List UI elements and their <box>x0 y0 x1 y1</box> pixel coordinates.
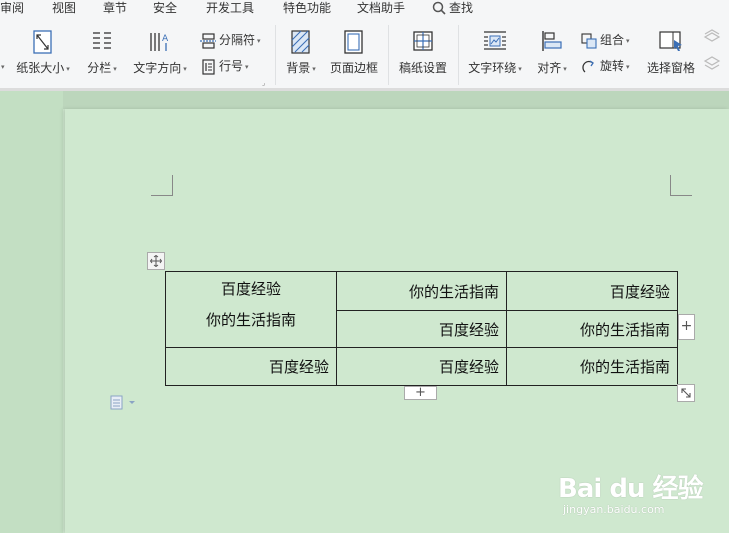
bring-forward-icon[interactable] <box>703 29 723 48</box>
baidu-watermark: Bai du 经验 jingyan.baidu.com <box>558 458 708 528</box>
table-row: 百度经验 百度经验 你的生活指南 <box>165 347 678 386</box>
manuscript-setup-label: 稿纸设置 <box>398 61 447 75</box>
line-number-label: 行号 <box>219 59 244 73</box>
table-resize-handle[interactable] <box>677 384 695 402</box>
search-label[interactable]: 查找 <box>449 0 473 16</box>
tab-special-features[interactable]: 特色功能 <box>283 0 331 16</box>
margin-corner-top-right <box>670 175 692 196</box>
table-cell[interactable]: 百度经验 <box>336 347 507 386</box>
paper-size-button[interactable]: 纸张大小 ▾ <box>15 17 71 85</box>
menu-bar: 审阅 视图 章节 安全 开发工具 特色功能 文档助手 查找 <box>0 0 729 17</box>
manuscript-setup-button[interactable]: 稿纸设置 <box>396 17 450 85</box>
selection-pane-button[interactable]: 选择窗格 <box>645 17 697 85</box>
tab-developer-tools[interactable]: 开发工具 <box>206 0 254 16</box>
line-number-icon <box>202 58 215 75</box>
text-wrap-button[interactable]: 文字环绕 ▾ <box>465 17 525 85</box>
table-cell[interactable]: 你的生活指南 <box>506 347 678 386</box>
tab-document-assistant[interactable]: 文档助手 <box>357 0 405 16</box>
add-row-button[interactable]: + <box>404 386 437 400</box>
text-direction-label: 文字方向 <box>133 61 182 75</box>
table-cell[interactable]: 你的生活指南 <box>336 271 507 311</box>
plus-icon: + <box>680 318 693 334</box>
separator-label: 分隔符 <box>219 33 256 47</box>
tab-security[interactable]: 安全 <box>153 0 177 16</box>
group-label: 组合 <box>600 33 625 47</box>
margin-corner-top-left <box>151 175 173 196</box>
page-border-button[interactable]: 页面边框 <box>327 17 381 85</box>
separator-button[interactable]: 分隔符 ▾ <box>200 30 261 50</box>
columns-label: 分栏 <box>87 61 112 75</box>
tab-view[interactable]: 视图 <box>52 0 76 16</box>
ribbon-divider <box>388 25 389 85</box>
table-cell[interactable]: 百度经验 <box>506 271 678 311</box>
add-column-button[interactable]: + <box>678 314 695 340</box>
search-icon[interactable] <box>432 1 446 18</box>
text-direction-button[interactable]: A 文字方向 ▾ <box>130 17 190 85</box>
svg-text:A: A <box>162 34 169 44</box>
table-cell[interactable]: 百度经验 你的生活指南 <box>165 271 337 348</box>
columns-icon <box>91 30 113 55</box>
page-border-label: 页面边框 <box>329 61 378 75</box>
rotate-icon <box>582 59 594 72</box>
manuscript-grid-icon <box>412 30 434 55</box>
align-label: 对齐 <box>537 61 562 75</box>
text-wrap-icon <box>483 30 507 55</box>
text-wrap-label: 文字环绕 <box>468 61 517 75</box>
table-row: 百度经验 你的生活指南 你的生活指南 百度经验 <box>165 271 678 348</box>
ribbon-toolbar: ▾ 纸张大小 ▾ 分栏 ▾ A 文字方向 ▾ 分隔符 ▾ 行号 ▾ ⌟ 背景 ▾ 页面 <box>0 17 729 91</box>
table-move-handle[interactable] <box>147 252 165 270</box>
selection-pane-label: 选择窗格 <box>646 61 695 75</box>
paragraph-layout-icon[interactable] <box>110 395 136 414</box>
overflow-caret-icon[interactable]: ▾ <box>1 63 5 71</box>
resize-arrow-icon <box>681 388 691 398</box>
watermark-url: jingyan.baidu.com <box>563 503 665 516</box>
table-cell[interactable]: 你的生活指南 <box>506 310 678 348</box>
group-icon <box>581 32 597 49</box>
tab-chapter[interactable]: 章节 <box>103 0 127 16</box>
columns-button[interactable]: 分栏 ▾ <box>83 17 121 85</box>
ribbon-divider <box>458 25 459 85</box>
ribbon-divider <box>275 25 276 85</box>
send-backward-icon[interactable] <box>703 55 723 74</box>
rotate-button[interactable]: 旋转 ▾ <box>581 56 630 76</box>
left-margin-area <box>0 91 63 533</box>
document-table[interactable]: 百度经验 你的生活指南 你的生活指南 百度经验 百度经验 你的生活指南 百度经验… <box>165 271 678 386</box>
rotate-label: 旋转 <box>600 59 625 73</box>
group-button[interactable]: 组合 ▾ <box>581 30 630 50</box>
cell-text: 你的生活指南 <box>205 311 296 329</box>
paper-size-icon <box>32 30 54 57</box>
dialog-launcher-icon[interactable]: ⌟ <box>262 79 265 87</box>
selection-pane-icon <box>659 30 683 55</box>
page-border-icon <box>343 30 365 57</box>
tab-review[interactable]: 审阅 <box>0 0 24 16</box>
line-number-button[interactable]: 行号 ▾ <box>200 56 249 76</box>
watermark-logo: Bai du 经验 <box>558 474 703 504</box>
page-gap <box>63 91 729 109</box>
separator-icon <box>200 32 216 49</box>
cell-text: 百度经验 <box>220 280 281 298</box>
background-icon <box>290 30 312 57</box>
move-arrows-icon <box>150 255 162 267</box>
table-cell[interactable]: 百度经验 <box>165 347 337 386</box>
background-label: 背景 <box>286 61 311 75</box>
background-button[interactable]: 背景 ▾ <box>282 17 320 85</box>
plus-icon: + <box>415 385 426 400</box>
align-icon <box>541 30 563 55</box>
table-cell[interactable]: 百度经验 <box>336 310 507 348</box>
paper-size-label: 纸张大小 <box>16 61 65 75</box>
align-button[interactable]: 对齐 ▾ <box>533 17 571 85</box>
text-direction-icon: A <box>148 30 172 57</box>
